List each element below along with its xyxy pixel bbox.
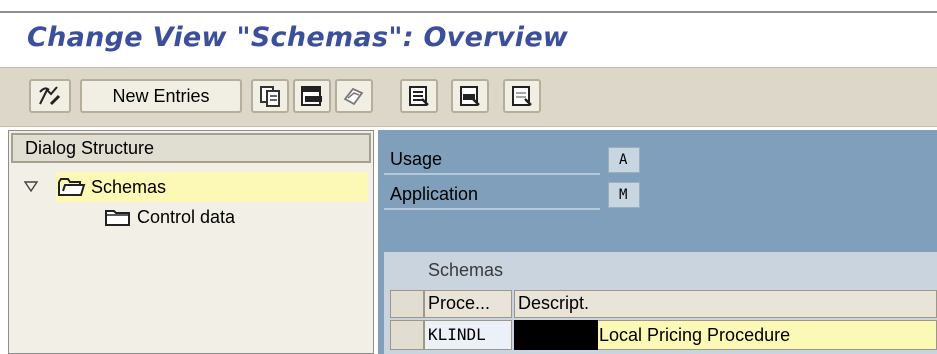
application-label: Application <box>384 180 600 210</box>
delete-button[interactable] <box>293 79 331 113</box>
column-header-procedure[interactable]: Proce... <box>424 290 512 318</box>
tree-item-label: Control data <box>137 206 236 227</box>
application-value: M <box>608 182 640 208</box>
folder-icon <box>105 210 130 226</box>
copy-icon <box>260 86 280 107</box>
deselect-all-icon <box>512 86 532 106</box>
application-field-row: Application M <box>384 180 640 210</box>
display-change-button[interactable] <box>29 79 71 113</box>
delete-icon <box>301 86 322 106</box>
usage-value: A <box>608 147 640 173</box>
select-block-button[interactable] <box>451 79 489 113</box>
usage-field-row: Usage A <box>384 145 640 175</box>
column-header-description[interactable]: Descript. <box>514 290 937 318</box>
page-title: Change View "Schemas": Overview <box>27 22 569 53</box>
tree-item-schemas[interactable]: Schemas <box>56 172 368 202</box>
display-change-icon <box>39 86 61 106</box>
select-all-icon <box>409 86 429 106</box>
open-folder-icon <box>58 178 86 196</box>
application-toolbar: New Entries <box>0 67 937 127</box>
table-title: Schemas <box>428 260 504 280</box>
procedure-cell[interactable]: KLINDL <box>424 320 512 350</box>
select-all-button[interactable] <box>400 79 438 113</box>
deselect-all-button[interactable] <box>503 79 541 113</box>
copy-button[interactable] <box>251 79 289 113</box>
tree-expand-toggle[interactable] <box>24 172 38 202</box>
usage-label: Usage <box>384 145 600 175</box>
undo-change-button[interactable] <box>335 79 373 113</box>
schemas-table: Schemas Proce... Descript. KLINDL Local … <box>384 252 937 354</box>
triangle-down-icon <box>24 181 38 193</box>
select-all-rows-cell[interactable] <box>390 290 424 318</box>
undo-change-icon <box>343 87 364 106</box>
top-border-line <box>0 11 937 13</box>
tree-item-control-data[interactable]: Control data <box>104 202 235 232</box>
description-text: Local Pricing Procedure <box>599 325 791 345</box>
redaction-block <box>514 320 598 350</box>
tree-item-label: Schemas <box>91 176 167 197</box>
dialog-structure-header: Dialog Structure <box>11 133 371 163</box>
select-block-icon <box>460 86 480 106</box>
new-entries-button[interactable]: New Entries <box>80 79 242 113</box>
dialog-structure-panel: Dialog Structure <box>8 130 374 354</box>
row-selector[interactable] <box>390 320 424 350</box>
